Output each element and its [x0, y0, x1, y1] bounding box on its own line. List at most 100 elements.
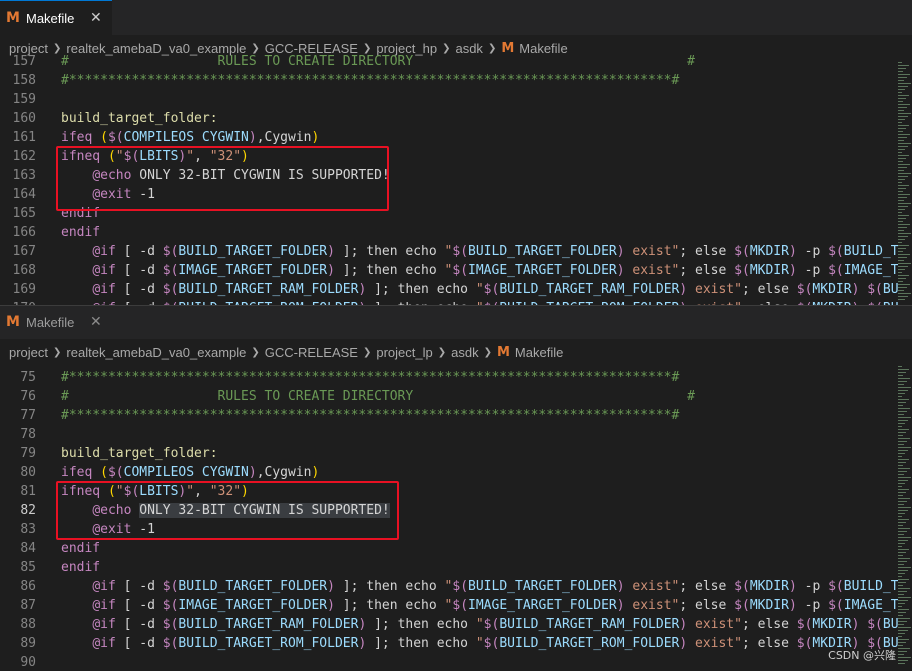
- code-token: ]; then echo: [366, 617, 476, 632]
- code-line[interactable]: 157 # RULES TO CREATE DIRECTORY #: [0, 54, 898, 71]
- minimap-line: [898, 579, 909, 580]
- minimap-line: [898, 128, 906, 129]
- minimap-line: [898, 182, 902, 183]
- code-token: ; else: [679, 598, 735, 613]
- code-line[interactable]: 161 ifeq ($(COMPILEOS CYGWIN),Cygwin): [0, 128, 898, 147]
- code-token: [ -d: [115, 579, 163, 594]
- code-line[interactable]: 88 @if [ -d $(BUILD_TARGET_RAM_FOLDER) ]…: [0, 615, 898, 634]
- code-text: endif: [61, 223, 100, 242]
- code-line[interactable]: 158 #************************************…: [0, 71, 898, 90]
- code-text: @if [ -d $(BUILD_TARGET_RAM_FOLDER) ]; t…: [61, 615, 898, 634]
- code-line[interactable]: 87 @if [ -d $(IMAGE_TARGET_FOLDER) ]; th…: [0, 596, 898, 615]
- minimap-line: [898, 119, 905, 120]
- minimap-line: [898, 167, 907, 168]
- code-line[interactable]: 76 # RULES TO CREATE DIRECTORY #: [0, 387, 898, 406]
- minimap[interactable]: [898, 62, 912, 305]
- code-line[interactable]: 79 build_target_folder:: [0, 444, 898, 463]
- minimap-line: [898, 296, 908, 297]
- close-icon[interactable]: ✕: [90, 9, 102, 26]
- code-token: $(: [162, 636, 179, 651]
- makefile-icon: M: [6, 10, 20, 26]
- minimap-line: [898, 471, 907, 472]
- code-token: -p: [796, 579, 829, 594]
- minimap-line: [898, 80, 904, 81]
- minimap-line: [898, 254, 910, 255]
- code-line[interactable]: 75 #*************************************…: [0, 368, 898, 387]
- code-token: $(: [734, 598, 750, 613]
- code-line[interactable]: 169 @if [ -d $(BUILD_TARGET_RAM_FOLDER) …: [0, 280, 898, 299]
- code-line[interactable]: 78: [0, 425, 898, 444]
- breadcrumb-item[interactable]: realtek_amebaD_va0_example: [66, 345, 246, 360]
- minimap[interactable]: [898, 366, 912, 671]
- code-line[interactable]: 85 endif: [0, 558, 898, 577]
- breadcrumb-item[interactable]: GCC-RELEASE: [265, 345, 358, 360]
- line-number: 159: [12, 92, 36, 107]
- code-token: ): [679, 617, 688, 632]
- code-line[interactable]: 84 endif: [0, 539, 898, 558]
- tab-makefile[interactable]: M Makefile ✕: [0, 0, 112, 35]
- minimap-line: [898, 287, 907, 288]
- code-token: IMAGE_TARGET_FOLDER: [843, 598, 898, 613]
- code-text: build_target_folder:: [61, 444, 218, 463]
- minimap-line: [898, 639, 909, 640]
- code-token: BUILD_TARGET_FOLDER: [843, 579, 898, 594]
- minimap-line: [898, 278, 906, 279]
- minimap-line: [898, 125, 909, 126]
- code-line[interactable]: 80 ifeq ($(COMPILEOS CYGWIN),Cygwin): [0, 463, 898, 482]
- code-line[interactable]: 168 @if [ -d $(IMAGE_TARGET_FOLDER) ]; t…: [0, 261, 898, 280]
- code-token: exist": [624, 244, 680, 259]
- minimap-line: [898, 633, 905, 634]
- code-line[interactable]: 77 #*************************************…: [0, 406, 898, 425]
- code-text: #***************************************…: [61, 71, 679, 90]
- minimap-line: [898, 645, 903, 646]
- code-token: exist": [624, 598, 680, 613]
- code-token: ): [248, 130, 257, 145]
- minimap-line: [898, 648, 910, 649]
- breadcrumb-item[interactable]: project: [9, 345, 48, 360]
- minimap-line: [898, 378, 910, 379]
- minimap-line: [898, 552, 906, 553]
- code-token: ; else: [679, 263, 735, 278]
- code-text: @if [ -d $(IMAGE_TARGET_FOLDER) ]; then …: [61, 261, 898, 280]
- minimap-line: [898, 272, 902, 273]
- minimap-line: [898, 525, 903, 526]
- code-token: ): [327, 598, 335, 613]
- minimap-line: [898, 68, 906, 69]
- code-line[interactable]: 90: [0, 653, 898, 671]
- breadcrumb-item[interactable]: project_lp: [376, 345, 432, 360]
- code-line[interactable]: 167 @if [ -d $(BUILD_TARGET_FOLDER) ]; t…: [0, 242, 898, 261]
- code-line[interactable]: 89 @if [ -d $(BUILD_TARGET_ROM_FOLDER) ]…: [0, 634, 898, 653]
- minimap-line: [898, 110, 904, 111]
- code-line[interactable]: 160 build_target_folder:: [0, 109, 898, 128]
- minimap-line: [898, 618, 910, 619]
- breadcrumb-item[interactable]: Makefile: [515, 345, 563, 360]
- minimap-line: [898, 161, 903, 162]
- minimap-line: [898, 597, 911, 598]
- code-token: $(: [828, 263, 844, 278]
- code-token: $(: [796, 282, 813, 297]
- breadcrumb-item[interactable]: asdk: [451, 345, 478, 360]
- code-line[interactable]: 86 @if [ -d $(BUILD_TARGET_FOLDER) ]; th…: [0, 577, 898, 596]
- code-token: BUILD_TARGET_FOLDER: [468, 579, 617, 594]
- line-number: 157: [12, 54, 36, 69]
- code-token: ): [616, 244, 625, 259]
- minimap-line: [898, 528, 910, 529]
- code-token: build_target_folder:: [61, 446, 218, 461]
- minimap-line: [898, 498, 910, 499]
- code-token: $(: [452, 244, 469, 259]
- chevron-right-icon: ❯: [442, 43, 451, 54]
- line-number: 165: [12, 206, 36, 221]
- minimap-line: [898, 77, 907, 78]
- tab-makefile[interactable]: M Makefile ✕: [0, 306, 112, 339]
- minimap-line: [898, 224, 910, 225]
- minimap-line: [898, 546, 902, 547]
- code-token: #***************************************…: [61, 370, 680, 385]
- code-line[interactable]: 159: [0, 90, 898, 109]
- close-icon[interactable]: ✕: [90, 313, 102, 330]
- minimap-line: [898, 185, 909, 186]
- minimap-line: [898, 435, 903, 436]
- code-line[interactable]: 166 endif: [0, 223, 898, 242]
- chevron-right-icon: ❯: [251, 43, 260, 54]
